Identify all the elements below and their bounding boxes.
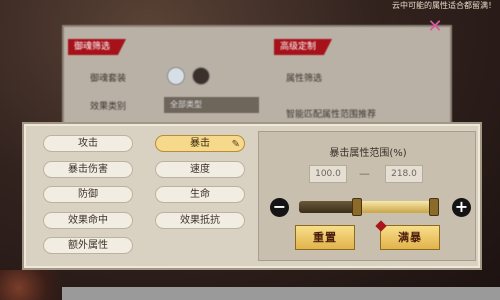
range-title: 暴击属性范围(%) [329, 148, 407, 159]
slider-handle-min[interactable] [352, 198, 362, 216]
range-panel: 暴击属性范围(%) 100.0 — 218.0 − + 重置 满暴 [258, 131, 476, 261]
attr-attack-button[interactable]: 攻击 [43, 135, 133, 152]
pencil-icon: ✎ [231, 139, 240, 150]
attr-hp-button[interactable]: 生命 [155, 186, 245, 203]
attr-defense-button[interactable]: 防御 [43, 186, 133, 203]
soul-set-icon-a[interactable] [167, 67, 185, 85]
effect-category-label: 效果类别 [90, 102, 127, 112]
range-slider[interactable] [299, 198, 439, 216]
advanced-custom-tag: 高级定制 [274, 39, 333, 55]
range-max-input[interactable]: 218.0 [385, 165, 423, 183]
attr-crit-label: 暴击 [190, 138, 210, 149]
range-min-input[interactable]: 100.0 [309, 165, 347, 183]
top-banner-text: 云中可能的属性适合都留满！ [392, 1, 496, 10]
attr-effect-resist-button[interactable]: 效果抵抗 [155, 212, 245, 229]
soul-set-label: 御魂套装 [90, 74, 127, 84]
corner-decoration [0, 270, 62, 300]
filter-back-panel: 御魂筛选 高级定制 御魂套装 效果类别 全部类型 属性筛选 智能匹配属性范围推荐 [62, 25, 452, 130]
bottom-strip [62, 287, 500, 300]
attr-crit-button[interactable]: 暴击 ✎ [155, 135, 245, 152]
soul-filter-tag: 御魂筛选 [68, 39, 127, 55]
max-crit-label: 满暴 [398, 231, 422, 244]
attribute-filter-label: 属性筛选 [286, 74, 323, 84]
slider-fill [357, 201, 435, 213]
reset-button[interactable]: 重置 [295, 225, 355, 250]
smart-match-label: 智能匹配属性范围推荐 [286, 110, 377, 120]
range-dash: — [359, 167, 370, 180]
attr-effect-hit-button[interactable]: 效果命中 [43, 212, 133, 229]
max-crit-button[interactable]: 满暴 [375, 220, 440, 250]
minus-icon[interactable]: − [270, 198, 289, 217]
close-icon[interactable]: ✕ [425, 17, 445, 37]
button-decoration [375, 220, 387, 232]
effect-category-dropdown[interactable]: 全部类型 [164, 97, 259, 113]
attr-speed-button[interactable]: 速度 [155, 161, 245, 178]
attr-crit-damage-button[interactable]: 暴击伤害 [43, 161, 133, 178]
plus-icon[interactable]: + [452, 198, 471, 217]
soul-set-icon-b[interactable] [192, 67, 210, 85]
attr-extra-button[interactable]: 额外属性 [43, 237, 133, 254]
slider-handle-max[interactable] [429, 198, 439, 216]
